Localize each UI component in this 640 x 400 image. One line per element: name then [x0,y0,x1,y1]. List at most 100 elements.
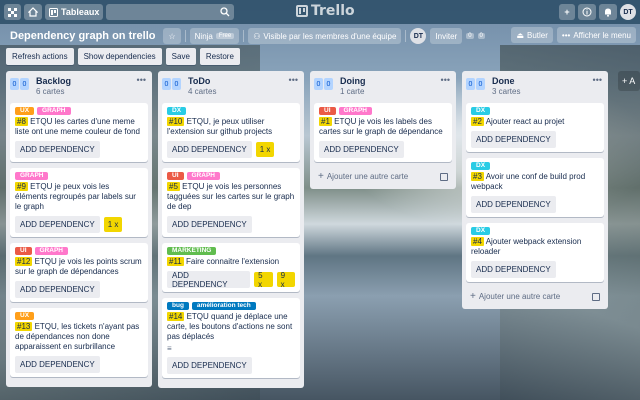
card-text: Ajouter react au projet [483,117,565,126]
card-label[interactable]: GRAPH [37,107,71,115]
dependency-chip[interactable]: 1 x [103,217,123,232]
dependency-chip[interactable]: 1 x [255,142,275,157]
add-card-button[interactable]: + Ajouter une autre carte [314,168,452,185]
card-label[interactable]: GRAPH [15,172,49,180]
card-label[interactable]: GRAPH [34,247,68,255]
star-button[interactable]: ☆ [163,28,181,44]
card-label[interactable]: UI [167,172,184,180]
card[interactable]: DX #3 Avoir une conf de build prod webpac… [466,158,604,217]
create-button[interactable]: + [559,4,575,20]
card[interactable]: UX GRAPH #8 ETQU les cartes d'une meme lis… [10,103,148,162]
card-label[interactable]: amélioration tech [191,302,256,310]
dependency-chip[interactable]: 5 x [254,271,273,289]
more-icon[interactable]: ••• [137,75,146,85]
boards-button[interactable]: Tableaux [45,4,104,20]
apps-button[interactable] [4,4,21,20]
card-template-icon[interactable] [440,172,448,181]
list-title[interactable]: ToDo [188,76,210,86]
list-header[interactable]: 0 0 Doing 1 carte ••• [314,75,452,99]
user-avatar[interactable]: DT [620,4,636,20]
add-dependency-button[interactable]: ADD DEPENDENCY [167,271,251,289]
card-template-icon[interactable] [592,292,600,301]
trello-logo[interactable]: Trello [296,3,355,19]
team-button[interactable]: Ninja Free [189,28,240,44]
add-dependency-button[interactable]: ADD DEPENDENCY [471,196,556,213]
add-dependency-button[interactable]: ADD DEPENDENCY [15,356,100,373]
dependency-row: ADD DEPENDENCY [471,261,599,278]
search-input[interactable] [106,4,235,20]
card-labels: UI GRAPH [15,247,143,255]
card-label[interactable]: DX [471,162,491,170]
add-dependency-button[interactable]: ADD DEPENDENCY [319,141,404,158]
show-menu-button[interactable]: ••• Afficher le menu [556,27,636,43]
list-title[interactable]: Doing [340,76,366,86]
list-title[interactable]: Done [492,76,515,86]
add-dependency-button[interactable]: ADD DEPENDENCY [15,281,100,298]
list-doing[interactable]: 0 0 Doing 1 carte ••• UI GRAPH #1 ETQU je vois … [310,71,456,189]
card-text: ETQU je vois les points scrum sur le gra… [15,257,142,276]
list-badges: 00 [466,78,485,90]
notifications-button[interactable] [599,4,617,20]
card-label[interactable]: DX [167,107,187,115]
more-icon[interactable]: ••• [289,75,298,85]
card-label[interactable]: bug [167,302,189,310]
invite-button[interactable]: Inviter [430,28,463,44]
add-dependency-button[interactable]: ADD DEPENDENCY [471,261,556,278]
more-icon[interactable]: ••• [441,75,450,85]
card-label[interactable]: DX [471,227,491,235]
list-header[interactable]: 0 0 Backlog 6 cartes ••• [10,75,148,99]
home-button[interactable] [24,4,42,20]
list-header[interactable]: 0 0 ToDo 4 cartes ••• [162,75,300,99]
list-backlog[interactable]: 0 0 Backlog 6 cartes ••• UX GRAPH #8 ETQU les c… [6,71,152,387]
dependency-chip[interactable]: 9 x [276,271,296,289]
card-label[interactable]: GRAPH [338,107,372,115]
more-icon[interactable]: ••• [593,75,602,85]
card[interactable]: UI GRAPH #5 ETQU je vois les personnes tag… [162,168,300,237]
home-icon [28,7,38,17]
card-label[interactable]: UX [15,107,35,115]
list-card-count: 6 cartes [36,87,65,96]
add-dependency-button[interactable]: ADD DEPENDENCY [15,141,100,158]
visibility-button[interactable]: ⚇ Visible par les membres d'une équipe [248,28,402,44]
list-header[interactable]: 0 0 Done 3 cartes ••• [466,75,604,99]
card-label[interactable]: MARKETING [167,247,217,255]
add-list-button[interactable]: + A [618,71,640,91]
add-dependency-button[interactable]: ADD DEPENDENCY [15,216,100,233]
card[interactable]: DX #2 Ajouter react au projet ADD DEPENDEN… [466,103,604,152]
card[interactable]: DX #4 Ajouter webpack extension reloader A… [466,223,604,282]
save-button[interactable]: Save [165,48,196,65]
list-done[interactable]: 0 0 Done 3 cartes ••• DX #2 Ajouter react au p… [462,71,608,309]
add-card-button[interactable]: + Ajouter une autre carte [466,288,604,305]
card-label[interactable]: UI [319,107,336,115]
list-badges: 00 [314,78,333,90]
card-label[interactable]: DX [471,107,491,115]
card[interactable]: UX #13 ETQU, les tickets n'ayant pas de d… [10,308,148,377]
card[interactable]: GRAPH #9 ETQU je peux vois les éléments r… [10,168,148,237]
card-text: Ajouter webpack extension reloader [471,237,582,256]
add-dependency-button[interactable]: ADD DEPENDENCY [471,131,556,148]
butler-button[interactable]: ⏏ Butler [511,27,553,43]
card-number: #14 [167,312,185,321]
card[interactable]: bug amélioration tech #14 ETQU quand je dé… [162,298,300,378]
list-todo[interactable]: 0 0 ToDo 4 cartes ••• DX #10 ETQU, je peux uti… [158,71,304,388]
card-label[interactable]: UI [15,247,32,255]
info-button[interactable] [578,4,596,20]
add-dependency-button[interactable]: ADD DEPENDENCY [167,141,252,158]
add-dependency-button[interactable]: ADD DEPENDENCY [167,216,252,233]
show-dependencies-button[interactable]: Show dependencies [77,48,162,65]
member-avatar[interactable]: DT [410,28,427,44]
add-dependency-button[interactable]: ADD DEPENDENCY [167,357,252,374]
list-title[interactable]: Backlog [36,76,71,86]
card[interactable]: DX #10 ETQU, je peux utiliser l'extension… [162,103,300,162]
card-labels: UI GRAPH [319,107,447,115]
card[interactable]: UI GRAPH #1 ETQU je vois les labels des ca… [314,103,452,162]
card[interactable]: MARKETING #11 Faire connaitre l'extension… [162,243,300,292]
card[interactable]: UI GRAPH #12 ETQU je vois les points scrum… [10,243,148,302]
restore-button[interactable]: Restore [199,48,240,65]
card-title: #9 ETQU je peux vois les éléments regrou… [15,182,143,212]
card-label[interactable]: UX [15,312,35,320]
top-bar: Tableaux Trello + DT [0,0,640,24]
refresh-actions-button[interactable]: Refresh actions [6,48,74,65]
card-label[interactable]: GRAPH [186,172,220,180]
board-title[interactable]: Dependency graph on trello [6,30,159,42]
